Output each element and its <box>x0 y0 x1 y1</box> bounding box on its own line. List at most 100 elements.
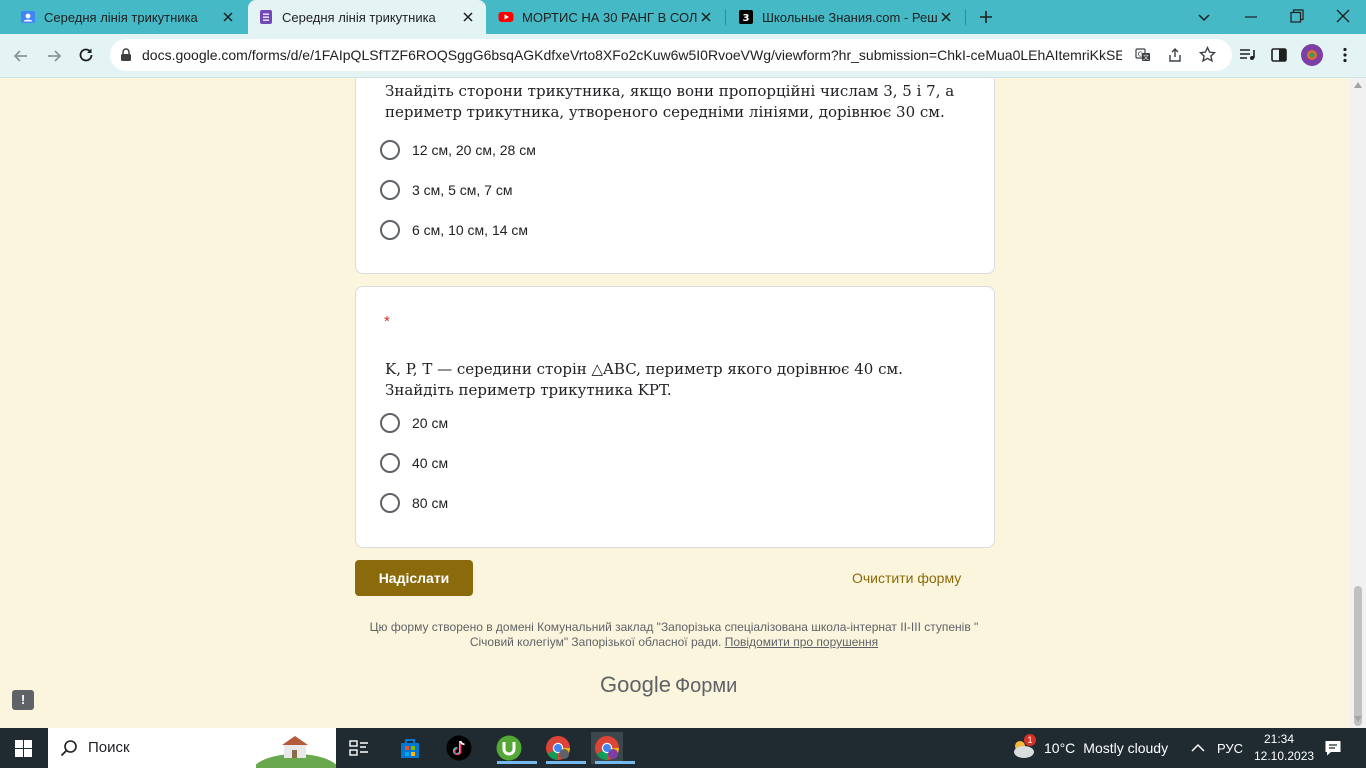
scroll-up-icon[interactable] <box>1354 82 1362 88</box>
media-controls-icon[interactable] <box>1238 46 1256 64</box>
znanija-icon: 3 <box>739 10 753 24</box>
microsoft-store-icon <box>401 739 419 758</box>
clock-time: 21:34 <box>1263 732 1295 746</box>
restore-icon[interactable] <box>1289 8 1305 24</box>
weather-temp: 10°C <box>1044 740 1076 756</box>
bookmark-star-icon[interactable] <box>1199 46 1216 63</box>
windows-taskbar: Поиск 1 10°C Mostly cloudy РУС 21:34 12.… <box>0 728 1366 768</box>
option-label: 20 см <box>412 415 449 431</box>
taskbar-chrome-1[interactable] <box>542 732 586 764</box>
tab-title: МОРТИС НА 30 РАНГ В СОЛО ( <box>522 9 698 25</box>
share-icon[interactable] <box>1167 47 1183 63</box>
search-highlight-illustration-icon <box>256 736 336 768</box>
notifications-icon[interactable] <box>1324 739 1342 757</box>
browser-tab-strip: Середня лінія трикутника Середня лінія т… <box>0 0 1366 34</box>
radio-option[interactable]: 12 см, 20 см, 28 см <box>380 138 536 162</box>
weather-badge: 1 <box>1024 734 1036 746</box>
task-view-icon[interactable] <box>348 738 370 758</box>
window-close-icon[interactable] <box>1335 8 1351 24</box>
radio-button[interactable] <box>380 453 400 473</box>
weather-cloudy-icon: 1 <box>1010 734 1036 760</box>
scrollbar[interactable] <box>1350 78 1366 728</box>
svg-text:3: 3 <box>743 13 750 24</box>
chrome-icon <box>546 736 570 760</box>
google-forms-icon <box>260 10 272 24</box>
taskbar-store[interactable] <box>394 732 426 764</box>
tab-separator <box>965 9 966 25</box>
tab-search-chevron-icon[interactable] <box>1196 9 1212 25</box>
radio-option[interactable]: 6 см, 10 см, 14 см <box>380 218 528 242</box>
radio-option[interactable]: 3 см, 5 см, 7 см <box>380 178 512 202</box>
form-page: Знайдіть сторони трикутника, якщо вони п… <box>0 78 1350 728</box>
back-arrow-icon[interactable] <box>12 47 30 65</box>
report-abuse-link[interactable]: Повідомити про порушення <box>725 635 878 649</box>
required-mark: * <box>384 313 390 330</box>
tab-title: Середня лінія трикутника <box>44 9 198 25</box>
tray-chevron-up-icon[interactable] <box>1190 741 1206 755</box>
weather-desc: Mostly cloudy <box>1083 740 1169 756</box>
forward-arrow-icon[interactable] <box>45 47 63 65</box>
weather-widget[interactable]: 1 10°C Mostly cloudy <box>1010 728 1168 768</box>
minimize-icon[interactable] <box>1243 9 1259 25</box>
question-text-line: K, P, T — середини сторін △ABC, периметр… <box>385 360 903 378</box>
running-indicator <box>497 761 537 764</box>
tiktok-icon <box>446 735 472 761</box>
clear-form-button[interactable]: Очистити форму <box>852 570 961 586</box>
question-card-1: Знайдіть сторони трикутника, якщо вони п… <box>355 78 995 274</box>
radio-option[interactable]: 20 см <box>380 411 448 435</box>
running-indicator <box>546 761 586 764</box>
brand-forms: Форми <box>674 675 738 697</box>
windows-start-icon[interactable] <box>15 740 32 757</box>
close-icon[interactable] <box>698 9 714 25</box>
radio-button[interactable] <box>380 180 400 200</box>
option-label: 12 см, 20 см, 28 см <box>412 142 536 158</box>
option-label: 6 см, 10 см, 14 см <box>412 222 529 238</box>
close-icon[interactable] <box>460 9 476 25</box>
clock-date: 12.10.2023 <box>1254 749 1315 763</box>
close-icon[interactable] <box>938 9 954 25</box>
profile-avatar-icon[interactable] <box>1300 43 1324 67</box>
option-label: 40 см <box>412 455 449 471</box>
radio-button[interactable] <box>380 140 400 160</box>
option-label: 3 см, 5 см, 7 см <box>412 182 513 198</box>
youtube-icon <box>498 12 514 22</box>
url-text: docs.google.com/forms/d/e/1FAIpQLSfTZF6R… <box>142 47 1122 63</box>
taskbar-chrome-2[interactable] <box>591 732 635 764</box>
tab-forms[interactable]: Середня лінія трикутника <box>248 0 486 34</box>
tab-title: Середня лінія трикутника <box>282 9 436 25</box>
close-icon[interactable] <box>220 9 236 25</box>
taskbar-tiktok[interactable] <box>443 732 475 764</box>
taskbar-search-box[interactable]: Поиск <box>48 728 336 768</box>
new-tab-icon[interactable] <box>978 9 994 25</box>
reload-icon[interactable] <box>77 46 95 64</box>
google-classroom-icon <box>21 11 35 23</box>
google-forms-logo: Google Форми <box>600 672 737 698</box>
address-bar[interactable]: docs.google.com/forms/d/e/1FAIpQLSfTZF6R… <box>110 39 1232 71</box>
radio-option[interactable]: 80 см <box>380 491 448 515</box>
language-indicator[interactable]: РУС <box>1217 728 1243 768</box>
taskbar-utorrent[interactable] <box>493 732 537 764</box>
feedback-icon[interactable]: ! <box>12 690 34 710</box>
question-text: Знайдіть сторони трикутника, якщо вони п… <box>385 82 955 121</box>
clock[interactable]: 21:34 12.10.2023 <box>1254 731 1315 765</box>
radio-button[interactable] <box>380 493 400 513</box>
tab-znanija[interactable]: 3 Школьные Знания.com - Решае <box>728 0 964 34</box>
side-panel-icon[interactable] <box>1270 46 1288 64</box>
browser-toolbar: docs.google.com/forms/d/e/1FAIpQLSfTZF6R… <box>0 34 1366 78</box>
submit-button[interactable]: Надіслати <box>355 560 473 596</box>
question-text-line: Знайдіть периметр трикутника KPT. <box>385 381 672 399</box>
scroll-down-icon[interactable] <box>1354 716 1362 722</box>
menu-kebab-icon[interactable] <box>1336 46 1354 64</box>
radio-button[interactable] <box>380 413 400 433</box>
translate-icon[interactable]: G文 <box>1135 47 1151 63</box>
tab-youtube[interactable]: МОРТИС НА 30 РАНГ В СОЛО ( <box>488 0 724 34</box>
footer-text: Цю форму створено в домені Комунальний з… <box>369 620 979 649</box>
search-placeholder: Поиск <box>88 739 130 756</box>
radio-option[interactable]: 40 см <box>380 451 448 475</box>
radio-button[interactable] <box>380 220 400 240</box>
search-icon <box>60 740 77 757</box>
tab-separator <box>725 9 726 25</box>
scrollbar-thumb[interactable] <box>1354 586 1362 726</box>
tab-classroom[interactable]: Середня лінія трикутника <box>0 0 246 34</box>
chrome-icon <box>595 736 619 760</box>
